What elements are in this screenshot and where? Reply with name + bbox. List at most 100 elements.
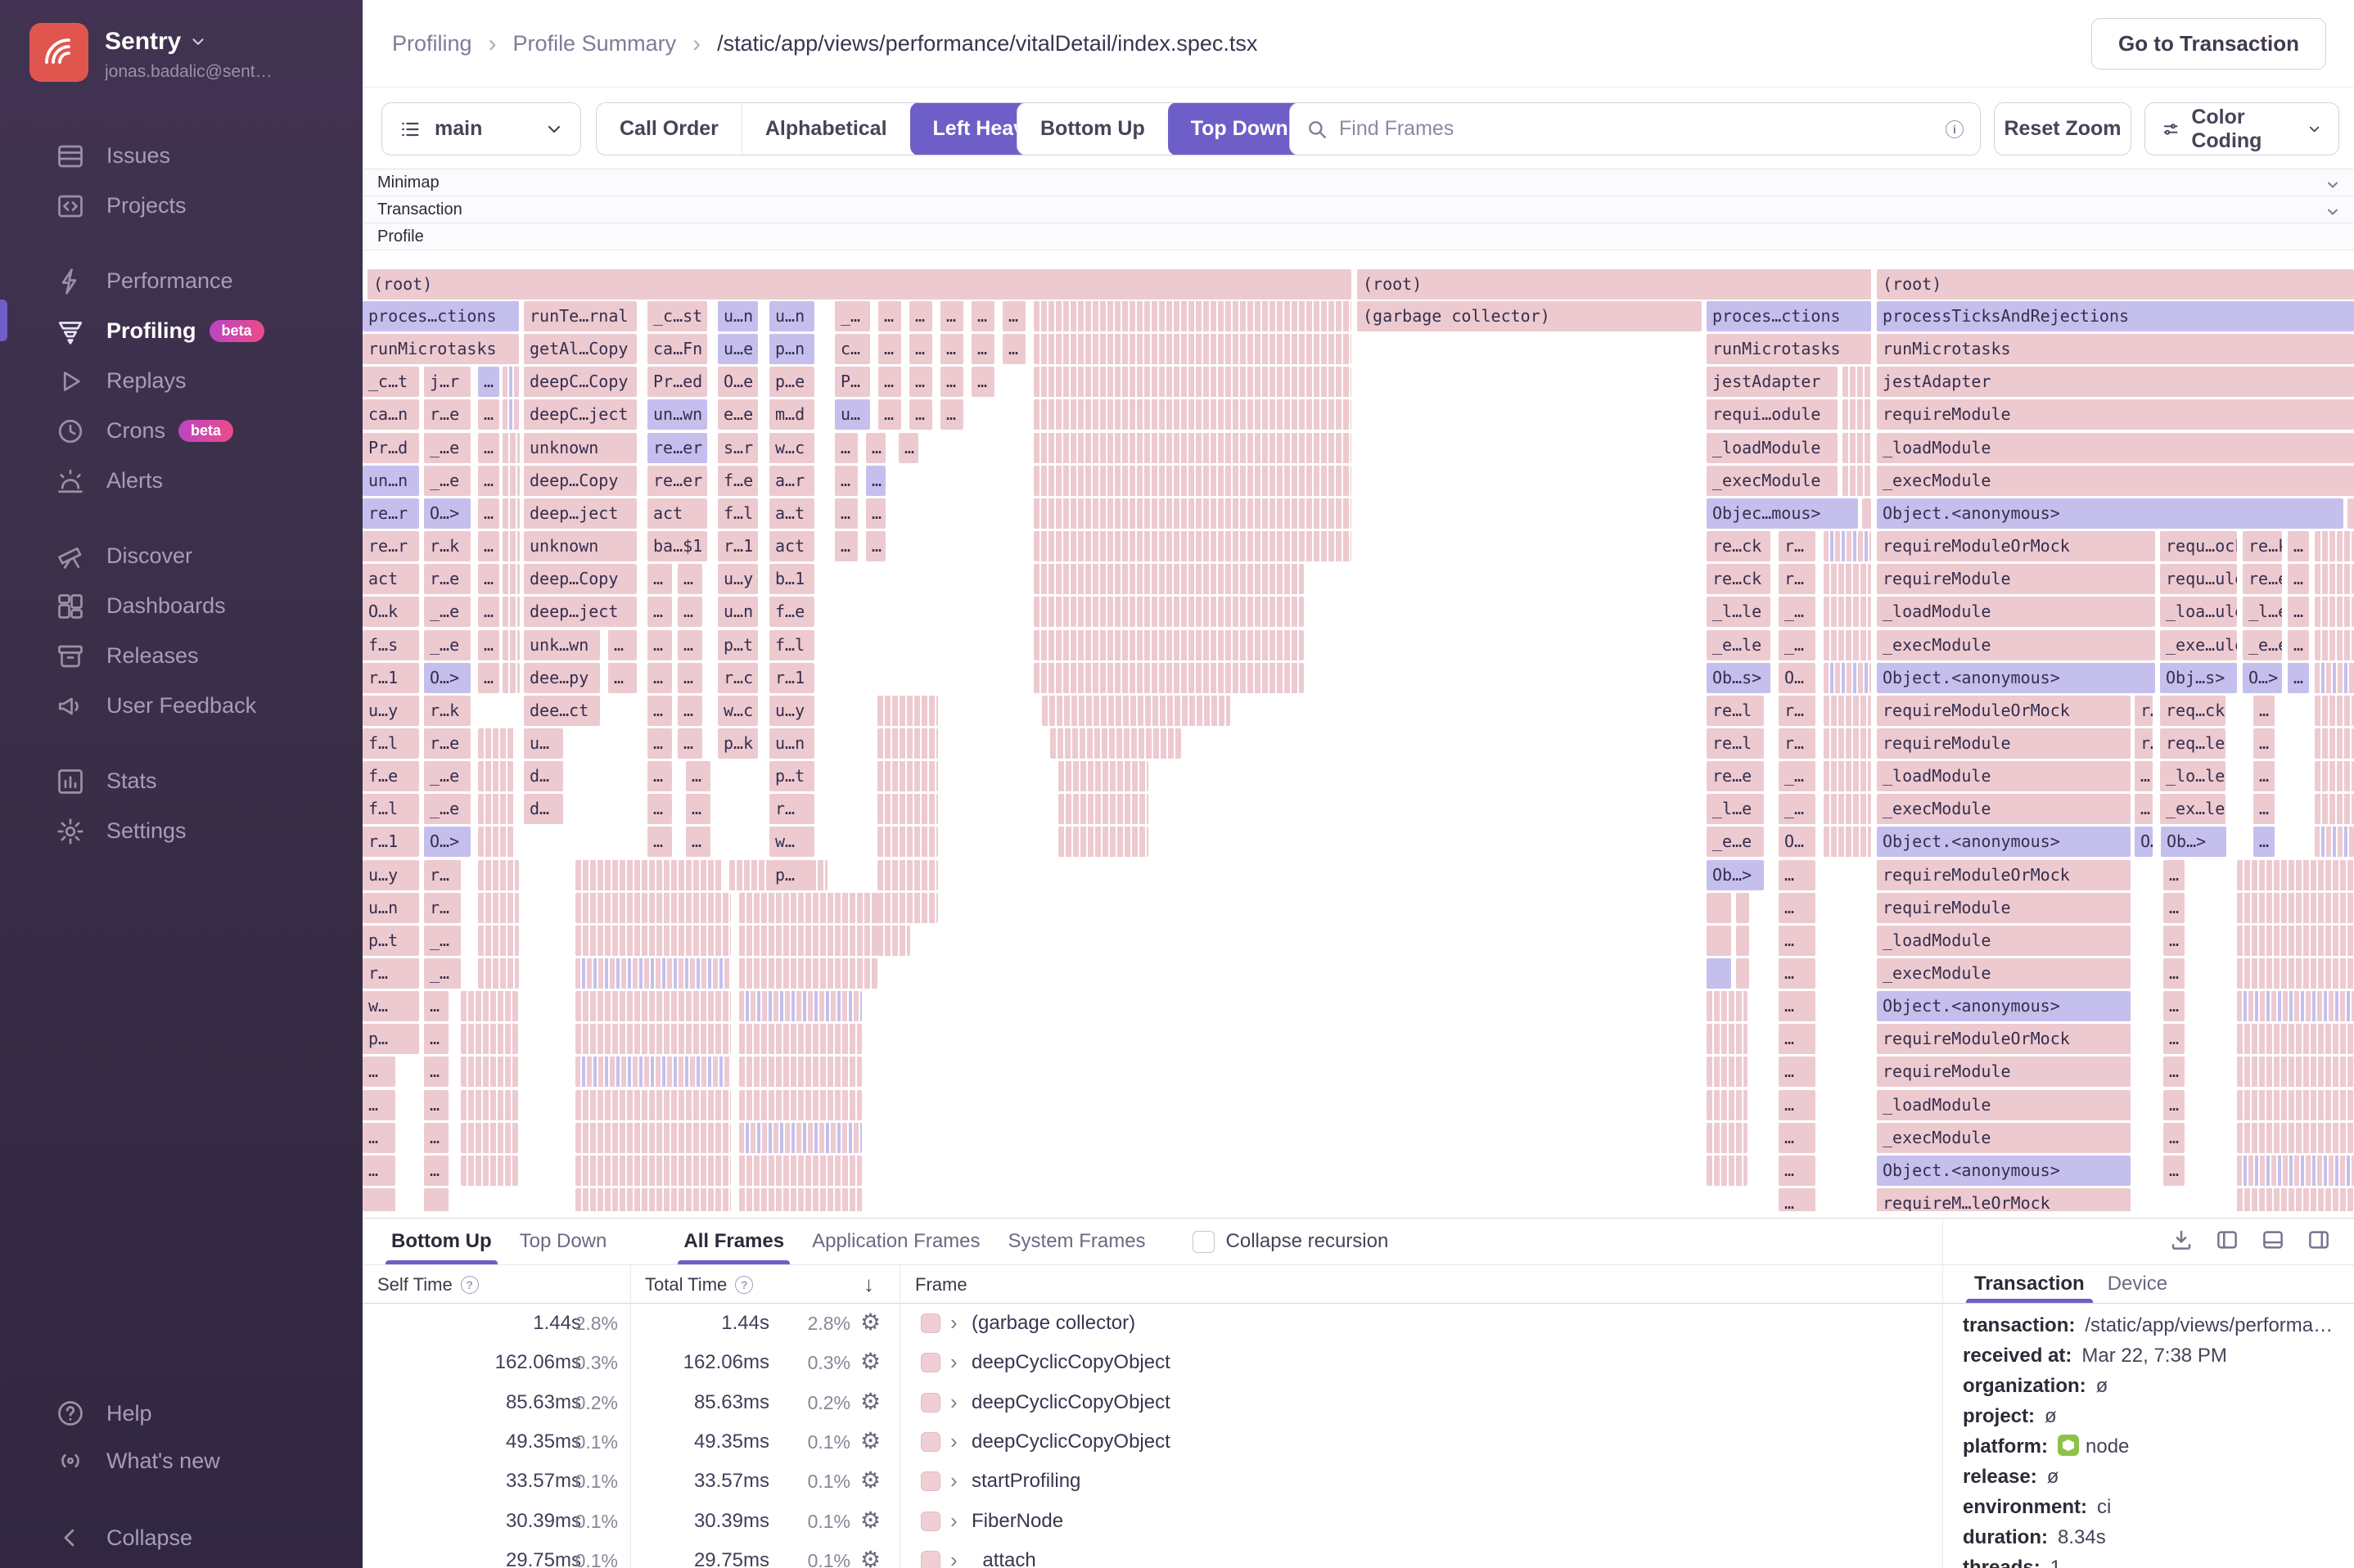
flame-frame[interactable]: unk…wn (524, 629, 600, 660)
flame-frame[interactable]: requ…ock (2160, 531, 2237, 562)
flame-frame[interactable]: w…c (718, 695, 758, 726)
flame-frame[interactable]: … (972, 367, 994, 398)
flame-frame[interactable]: re…l (1707, 728, 1764, 759)
flame-frame-cluster[interactable] (877, 827, 938, 858)
flame-frame[interactable]: … (2253, 695, 2275, 726)
flame-frame[interactable]: Objec…mous> (1707, 498, 1858, 529)
flame-frame-cluster[interactable] (2315, 629, 2354, 660)
flame-frame[interactable]: proces…ctions (1707, 301, 1871, 331)
search-info-icon[interactable]: i (1946, 119, 1964, 138)
flame-frame[interactable]: u…y (718, 564, 758, 595)
flame-frame[interactable]: re…ck (1707, 531, 1770, 562)
flame-frame[interactable]: _l…le (1707, 597, 1770, 628)
flame-frame[interactable]: re…ck (1707, 564, 1770, 595)
flame-frame[interactable]: un…n (363, 465, 419, 496)
flame-frame[interactable]: … (478, 629, 499, 660)
sidebar-item-projects[interactable]: Projects (0, 181, 363, 231)
flame-frame-cluster[interactable] (503, 564, 520, 595)
flame-frame[interactable]: … (2288, 531, 2309, 562)
flame-frame-cluster[interactable] (575, 859, 723, 890)
flame-frame[interactable] (1707, 958, 1731, 989)
flame-frame[interactable]: _… (424, 925, 461, 956)
flame-frame[interactable]: b…1 (769, 564, 814, 595)
flame-frame[interactable]: p…t (769, 761, 814, 792)
section-profile[interactable]: Profile (363, 223, 2354, 250)
flame-frame[interactable]: requi…odule (1707, 399, 1838, 430)
flame-frame[interactable]: … (1779, 1155, 1815, 1186)
flame-frame[interactable]: _loadModule (1707, 432, 1838, 463)
flame-frame[interactable]: … (678, 662, 702, 693)
reset-zoom-button[interactable]: Reset Zoom (1994, 102, 2131, 155)
flame-frame[interactable]: … (2253, 728, 2275, 759)
flame-frame-cluster[interactable] (478, 794, 515, 825)
flame-frame[interactable]: u… (524, 728, 563, 759)
flame-frame[interactable]: O…> (2243, 662, 2282, 693)
flame-frame[interactable]: … (678, 695, 702, 726)
flame-frame[interactable]: … (972, 334, 994, 365)
flame-frame[interactable]: _execModule (1877, 629, 2155, 660)
flame-frame[interactable]: … (608, 662, 637, 693)
sort-option-call-order[interactable]: Call Order (597, 103, 742, 155)
flame-frame[interactable]: … (835, 498, 858, 529)
flame-frame[interactable]: deep…Copy (524, 564, 637, 595)
sidebar-item-alerts[interactable]: Alerts (0, 456, 363, 506)
flame-frame[interactable]: requireM…leOrMock (1877, 1188, 2131, 1211)
flame-frame[interactable]: … (686, 794, 710, 825)
flame-frame[interactable]: a…r (769, 465, 814, 496)
flame-frame[interactable]: … (866, 432, 886, 463)
flame-frame-cluster[interactable] (1034, 498, 1351, 529)
table-row[interactable]: 162.06ms 0.3% 162.06ms 0.3% ⚙ › deepCyclicCopy… (363, 1343, 1942, 1382)
flame-frame-cluster[interactable] (877, 728, 938, 759)
flame-frame-cluster[interactable] (503, 597, 520, 628)
flame-frame[interactable]: r… (2135, 728, 2153, 759)
flame-frame[interactable]: d… (524, 794, 563, 825)
flame-frame[interactable]: req…le (2160, 728, 2225, 759)
flame-frame[interactable]: … (478, 432, 499, 463)
sort-direction-icon[interactable]: ↓ (864, 1272, 874, 1297)
flame-frame-cluster[interactable] (2237, 1122, 2354, 1153)
flame-frame-cluster[interactable] (1034, 399, 1351, 430)
flame-frame-cluster[interactable] (461, 1155, 518, 1186)
flame-frame[interactable]: r…e (424, 399, 471, 430)
flame-frame-cluster[interactable] (739, 1155, 862, 1186)
flame-frame-cluster[interactable] (1034, 432, 1351, 463)
flame-frame[interactable]: … (2135, 794, 2153, 825)
flame-frame[interactable]: ca…Fn (647, 334, 707, 365)
flame-frame[interactable]: … (363, 1155, 395, 1186)
flame-frame-cluster[interactable] (575, 1155, 731, 1186)
flame-frame[interactable]: _l…e (1707, 794, 1764, 825)
flame-frame[interactable]: w… (363, 991, 419, 1022)
flame-frame[interactable]: _l…e (2243, 597, 2282, 628)
flame-frame[interactable]: r… (769, 794, 814, 825)
flame-frame[interactable]: … (2288, 662, 2309, 693)
flamegraph-canvas[interactable]: (root) (root) (root) proces…ctions runTe…rna… (363, 250, 2354, 1211)
flame-frame[interactable]: runMicrotasks (1707, 334, 1871, 365)
flame-frame[interactable]: e…e (718, 399, 758, 430)
flame-frame[interactable]: r…1 (363, 827, 419, 858)
flame-frame-cluster[interactable] (2237, 1057, 2354, 1088)
flame-frame-cluster[interactable] (1034, 597, 1304, 628)
flame-frame-cluster[interactable] (1707, 1089, 1747, 1120)
flame-frame[interactable]: _loa…ule (2160, 597, 2237, 628)
total-time-column-header[interactable]: Total Time? (645, 1265, 754, 1304)
flame-frame[interactable] (1736, 925, 1749, 956)
flame-frame-cluster[interactable] (503, 465, 520, 496)
flame-frame-cluster[interactable] (2237, 1024, 2354, 1055)
flame-frame[interactable]: runMicrotasks (363, 334, 519, 365)
tab-all-frames[interactable]: All Frames (670, 1219, 798, 1264)
flame-frame[interactable]: deepC…ject (524, 399, 637, 430)
flame-frame[interactable]: … (899, 432, 918, 463)
flame-frame[interactable]: dee…py (524, 662, 600, 693)
flame-frame[interactable]: r… (424, 892, 461, 923)
flame-frame[interactable]: … (1779, 958, 1815, 989)
flame-frame[interactable]: … (424, 1122, 449, 1153)
flame-frame[interactable]: O… (1779, 827, 1815, 858)
flame-frame[interactable]: _execModule (1877, 465, 2354, 496)
breadcrumb-profiling[interactable]: Profiling (392, 31, 472, 56)
flame-frame[interactable]: … (2288, 597, 2309, 628)
flame-frame[interactable]: _loadModule (1877, 925, 2131, 956)
flame-frame[interactable]: re…er (647, 465, 707, 496)
flame-frame[interactable]: … (424, 1089, 449, 1120)
flame-frame[interactable]: … (478, 399, 499, 430)
flame-frame-cluster[interactable] (503, 629, 520, 660)
